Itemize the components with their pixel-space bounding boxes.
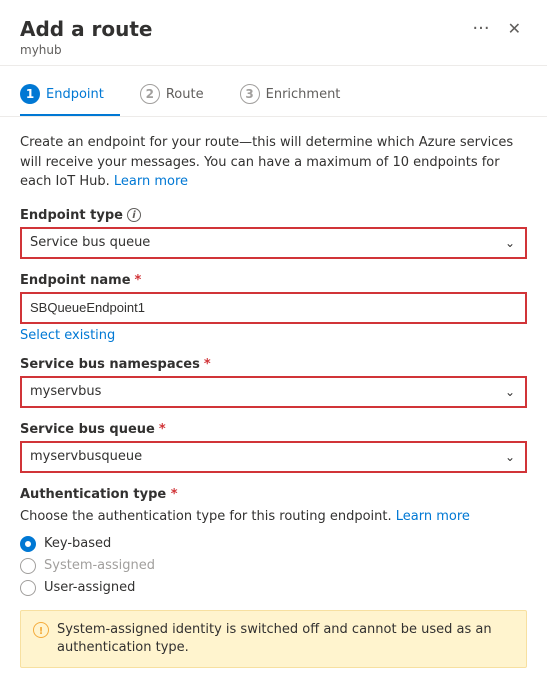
service-bus-namespaces-field: Service bus namespaces * myservbus ⌄ [20,357,527,408]
description-text: Create an endpoint for your route—this w… [20,133,527,192]
service-bus-queue-required: * [159,422,166,437]
endpoint-type-select[interactable]: Service bus queue [20,227,527,259]
service-bus-namespaces-select[interactable]: myservbus [20,376,527,408]
radio-key-based-circle [20,536,36,552]
warning-icon: ! [33,622,49,642]
tab-route-number: 2 [140,84,160,104]
endpoint-type-label: Endpoint type i [20,208,527,223]
endpoint-type-info-icon[interactable]: i [127,208,141,222]
service-bus-namespaces-required: * [204,357,211,372]
panel-content: Create an endpoint for your route—this w… [0,117,547,688]
endpoint-name-field: Endpoint name * Select existing [20,273,527,343]
service-bus-namespaces-select-wrapper: myservbus ⌄ [20,376,527,408]
tab-enrichment[interactable]: 3 Enrichment [240,74,357,116]
radio-system-assigned[interactable]: System-assigned [20,558,527,574]
auth-type-section: Authentication type * Choose the authent… [20,487,527,596]
service-bus-namespaces-label: Service bus namespaces * [20,357,527,372]
panel-header: Add a route ··· ✕ myhub [0,0,547,66]
tab-enrichment-label: Enrichment [266,87,341,102]
panel-subtitle: myhub [20,43,527,57]
warning-box: ! System-assigned identity is switched o… [20,610,527,668]
warning-text: System-assigned identity is switched off… [57,621,514,657]
radio-user-assigned[interactable]: User-assigned [20,580,527,596]
endpoint-type-field: Endpoint type i Service bus queue ⌄ [20,208,527,259]
tab-enrichment-number: 3 [240,84,260,104]
auth-learn-more[interactable]: Learn more [396,509,470,524]
auth-radio-group: Key-based System-assigned User-assigned [20,536,527,596]
tab-route-label: Route [166,87,204,102]
svg-text:!: ! [39,626,44,637]
auth-type-description: Choose the authentication type for this … [20,508,527,526]
service-bus-namespaces-chevron-button[interactable]: ⌄ [495,376,527,408]
service-bus-queue-label: Service bus queue * [20,422,527,437]
tab-endpoint-number: 1 [20,84,40,104]
tabs-bar: 1 Endpoint 2 Route 3 Enrichment [0,74,547,117]
service-bus-queue-chevron-button[interactable]: ⌄ [495,441,527,473]
service-bus-queue-select-wrapper: myservbusqueue ⌄ [20,441,527,473]
endpoint-type-chevron-button[interactable]: ⌄ [495,227,527,259]
radio-system-assigned-label: System-assigned [44,558,155,573]
add-route-panel: Add a route ··· ✕ myhub 1 Endpoint 2 Rou… [0,0,547,688]
close-icon[interactable]: ✕ [502,17,527,40]
service-bus-queue-chevron-icon: ⌄ [505,450,515,464]
endpoint-type-select-wrapper: Service bus queue ⌄ [20,227,527,259]
radio-system-assigned-circle [20,558,36,574]
service-bus-namespaces-chevron-icon: ⌄ [505,385,515,399]
service-bus-queue-select[interactable]: myservbusqueue [20,441,527,473]
panel-title: Add a route [20,17,153,41]
tab-endpoint[interactable]: 1 Endpoint [20,74,120,116]
description-learn-more[interactable]: Learn more [114,174,188,189]
auth-type-label: Authentication type * [20,487,527,502]
tab-route[interactable]: 2 Route [140,74,220,116]
endpoint-name-input[interactable] [20,292,527,324]
auth-type-required: * [171,487,178,502]
endpoint-name-label: Endpoint name * [20,273,527,288]
endpoint-name-required: * [135,273,142,288]
tab-endpoint-label: Endpoint [46,87,104,102]
radio-key-based[interactable]: Key-based [20,536,527,552]
endpoint-type-chevron-icon: ⌄ [505,236,515,250]
radio-user-assigned-label: User-assigned [44,580,135,595]
service-bus-queue-field: Service bus queue * myservbusqueue ⌄ [20,422,527,473]
radio-key-based-label: Key-based [44,536,111,551]
header-icons: ··· ✕ [468,16,527,41]
radio-user-assigned-circle [20,580,36,596]
select-existing-link[interactable]: Select existing [20,328,115,343]
ellipsis-icon[interactable]: ··· [468,16,493,41]
